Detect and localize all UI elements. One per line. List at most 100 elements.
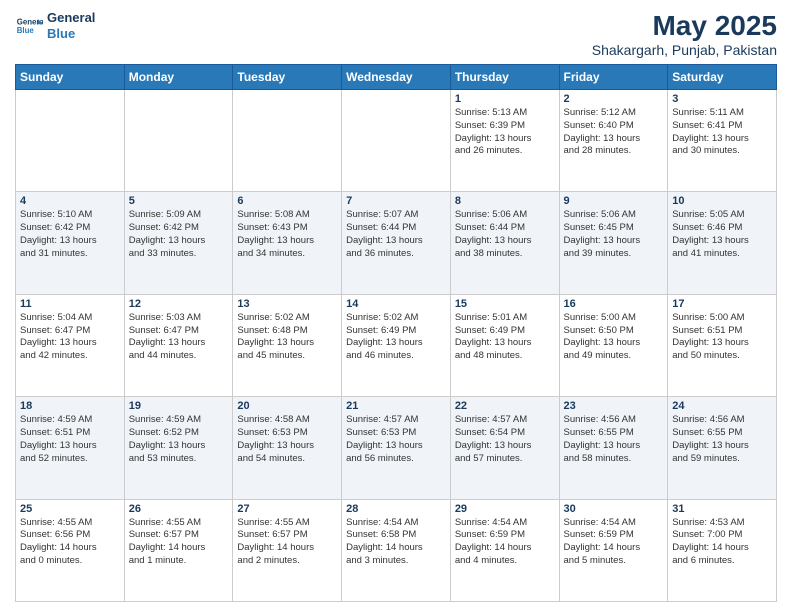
calendar-body: 1Sunrise: 5:13 AM Sunset: 6:39 PM Daylig… bbox=[16, 90, 777, 602]
weekday-header-row: SundayMondayTuesdayWednesdayThursdayFrid… bbox=[16, 65, 777, 90]
calendar-cell: 26 Sunrise: 4:55 AM Sunset: 6:57 PM Dayli… bbox=[124, 499, 233, 601]
day-info: Sunrise: 4:54 AM Sunset: 6:58 PM Dayligh… bbox=[346, 517, 446, 568]
day-info: Sunrise: 5:04 AM Sunset: 6:47 PM Dayligh… bbox=[20, 312, 120, 363]
day-number: 17 bbox=[672, 298, 772, 310]
calendar-cell: 2 Sunrise: 5:12 AM Sunset: 6:40 PM Daylig… bbox=[559, 90, 668, 192]
calendar-cell: 25 Sunrise: 4:55 AM Sunset: 6:56 PM Dayli… bbox=[16, 499, 125, 601]
day-number: 14 bbox=[346, 298, 446, 310]
calendar-cell: 24Sunrise: 4:56 AM Sunset: 6:55 PM Dayli… bbox=[668, 397, 777, 499]
day-info: Sunrise: 4:55 AM Sunset: 6:57 PM Dayligh… bbox=[237, 517, 337, 568]
day-number: 21 bbox=[346, 400, 446, 412]
day-number: 13 bbox=[237, 298, 337, 310]
day-info: Sunrise: 5:08 AM Sunset: 6:43 PM Dayligh… bbox=[237, 209, 337, 260]
day-number: 25 bbox=[20, 503, 120, 515]
calendar-cell: 20Sunrise: 4:58 AM Sunset: 6:53 PM Dayli… bbox=[233, 397, 342, 499]
calendar-cell: 6 Sunrise: 5:08 AM Sunset: 6:43 PM Daylig… bbox=[233, 192, 342, 294]
calendar-cell bbox=[342, 90, 451, 192]
day-info: Sunrise: 4:55 AM Sunset: 6:57 PM Dayligh… bbox=[129, 517, 229, 568]
day-number: 2 bbox=[564, 93, 664, 105]
day-number: 1 bbox=[455, 93, 555, 105]
calendar-cell: 14 Sunrise: 5:02 AM Sunset: 6:49 PM Dayli… bbox=[342, 294, 451, 396]
calendar-week-5: 25 Sunrise: 4:55 AM Sunset: 6:56 PM Dayli… bbox=[16, 499, 777, 601]
calendar-cell: 21 Sunrise: 4:57 AM Sunset: 6:53 PM Dayli… bbox=[342, 397, 451, 499]
day-number: 12 bbox=[129, 298, 229, 310]
calendar-cell: 11Sunrise: 5:04 AM Sunset: 6:47 PM Dayli… bbox=[16, 294, 125, 396]
day-info: Sunrise: 5:06 AM Sunset: 6:44 PM Dayligh… bbox=[455, 209, 555, 260]
day-number: 7 bbox=[346, 195, 446, 207]
calendar-cell: 15 Sunrise: 5:01 AM Sunset: 6:49 PM Dayli… bbox=[450, 294, 559, 396]
calendar-week-1: 1Sunrise: 5:13 AM Sunset: 6:39 PM Daylig… bbox=[16, 90, 777, 192]
day-number: 16 bbox=[564, 298, 664, 310]
day-info: Sunrise: 4:56 AM Sunset: 6:55 PM Dayligh… bbox=[564, 414, 664, 465]
weekday-header-sunday: Sunday bbox=[16, 65, 125, 90]
subtitle: Shakargarh, Punjab, Pakistan bbox=[592, 42, 777, 58]
day-info: Sunrise: 4:56 AM Sunset: 6:55 PM Dayligh… bbox=[672, 414, 772, 465]
day-info: Sunrise: 5:11 AM Sunset: 6:41 PM Dayligh… bbox=[672, 107, 772, 158]
calendar-cell: 3 Sunrise: 5:11 AM Sunset: 6:41 PM Daylig… bbox=[668, 90, 777, 192]
calendar-cell: 10Sunrise: 5:05 AM Sunset: 6:46 PM Dayli… bbox=[668, 192, 777, 294]
day-number: 5 bbox=[129, 195, 229, 207]
calendar-cell: 30Sunrise: 4:54 AM Sunset: 6:59 PM Dayli… bbox=[559, 499, 668, 601]
calendar-header: SundayMondayTuesdayWednesdayThursdayFrid… bbox=[16, 65, 777, 90]
calendar-cell: 4Sunrise: 5:10 AM Sunset: 6:42 PM Daylig… bbox=[16, 192, 125, 294]
day-info: Sunrise: 4:59 AM Sunset: 6:52 PM Dayligh… bbox=[129, 414, 229, 465]
day-number: 8 bbox=[455, 195, 555, 207]
calendar-cell: 18 Sunrise: 4:59 AM Sunset: 6:51 PM Dayli… bbox=[16, 397, 125, 499]
day-number: 19 bbox=[129, 400, 229, 412]
day-number: 27 bbox=[237, 503, 337, 515]
day-info: Sunrise: 5:10 AM Sunset: 6:42 PM Dayligh… bbox=[20, 209, 120, 260]
weekday-header-monday: Monday bbox=[124, 65, 233, 90]
day-info: Sunrise: 5:01 AM Sunset: 6:49 PM Dayligh… bbox=[455, 312, 555, 363]
day-info: Sunrise: 4:53 AM Sunset: 7:00 PM Dayligh… bbox=[672, 517, 772, 568]
day-info: Sunrise: 5:05 AM Sunset: 6:46 PM Dayligh… bbox=[672, 209, 772, 260]
weekday-header-saturday: Saturday bbox=[668, 65, 777, 90]
calendar-cell: 22Sunrise: 4:57 AM Sunset: 6:54 PM Dayli… bbox=[450, 397, 559, 499]
day-info: Sunrise: 4:59 AM Sunset: 6:51 PM Dayligh… bbox=[20, 414, 120, 465]
day-info: Sunrise: 5:00 AM Sunset: 6:50 PM Dayligh… bbox=[564, 312, 664, 363]
title-block: May 2025 Shakargarh, Punjab, Pakistan bbox=[592, 10, 777, 58]
day-info: Sunrise: 5:02 AM Sunset: 6:48 PM Dayligh… bbox=[237, 312, 337, 363]
svg-text:Blue: Blue bbox=[17, 26, 35, 35]
weekday-header-tuesday: Tuesday bbox=[233, 65, 342, 90]
weekday-header-thursday: Thursday bbox=[450, 65, 559, 90]
calendar-cell bbox=[124, 90, 233, 192]
calendar-cell: 7 Sunrise: 5:07 AM Sunset: 6:44 PM Daylig… bbox=[342, 192, 451, 294]
calendar-cell: 8 Sunrise: 5:06 AM Sunset: 6:44 PM Daylig… bbox=[450, 192, 559, 294]
day-number: 29 bbox=[455, 503, 555, 515]
day-info: Sunrise: 4:55 AM Sunset: 6:56 PM Dayligh… bbox=[20, 517, 120, 568]
day-info: Sunrise: 4:54 AM Sunset: 6:59 PM Dayligh… bbox=[564, 517, 664, 568]
calendar-table: SundayMondayTuesdayWednesdayThursdayFrid… bbox=[15, 64, 777, 602]
day-info: Sunrise: 5:12 AM Sunset: 6:40 PM Dayligh… bbox=[564, 107, 664, 158]
day-number: 18 bbox=[20, 400, 120, 412]
calendar-cell bbox=[16, 90, 125, 192]
calendar-cell: 13 Sunrise: 5:02 AM Sunset: 6:48 PM Dayli… bbox=[233, 294, 342, 396]
calendar-cell: 31Sunrise: 4:53 AM Sunset: 7:00 PM Dayli… bbox=[668, 499, 777, 601]
day-info: Sunrise: 5:02 AM Sunset: 6:49 PM Dayligh… bbox=[346, 312, 446, 363]
day-number: 15 bbox=[455, 298, 555, 310]
day-number: 22 bbox=[455, 400, 555, 412]
calendar-cell: 29 Sunrise: 4:54 AM Sunset: 6:59 PM Dayli… bbox=[450, 499, 559, 601]
logo-icon: General Blue bbox=[15, 12, 43, 40]
day-number: 26 bbox=[129, 503, 229, 515]
weekday-header-wednesday: Wednesday bbox=[342, 65, 451, 90]
day-info: Sunrise: 4:58 AM Sunset: 6:53 PM Dayligh… bbox=[237, 414, 337, 465]
day-info: Sunrise: 4:54 AM Sunset: 6:59 PM Dayligh… bbox=[455, 517, 555, 568]
weekday-header-friday: Friday bbox=[559, 65, 668, 90]
calendar-cell: 27 Sunrise: 4:55 AM Sunset: 6:57 PM Dayli… bbox=[233, 499, 342, 601]
calendar-cell: 19 Sunrise: 4:59 AM Sunset: 6:52 PM Dayli… bbox=[124, 397, 233, 499]
calendar-week-2: 4Sunrise: 5:10 AM Sunset: 6:42 PM Daylig… bbox=[16, 192, 777, 294]
logo-text: General Blue bbox=[47, 10, 95, 41]
day-number: 9 bbox=[564, 195, 664, 207]
calendar-cell: 23Sunrise: 4:56 AM Sunset: 6:55 PM Dayli… bbox=[559, 397, 668, 499]
calendar-cell: 16 Sunrise: 5:00 AM Sunset: 6:50 PM Dayli… bbox=[559, 294, 668, 396]
logo: General Blue General Blue bbox=[15, 10, 95, 41]
day-info: Sunrise: 5:06 AM Sunset: 6:45 PM Dayligh… bbox=[564, 209, 664, 260]
calendar-cell: 12Sunrise: 5:03 AM Sunset: 6:47 PM Dayli… bbox=[124, 294, 233, 396]
calendar-week-4: 18 Sunrise: 4:59 AM Sunset: 6:51 PM Dayli… bbox=[16, 397, 777, 499]
calendar-cell: 17Sunrise: 5:00 AM Sunset: 6:51 PM Dayli… bbox=[668, 294, 777, 396]
day-number: 6 bbox=[237, 195, 337, 207]
day-info: Sunrise: 5:07 AM Sunset: 6:44 PM Dayligh… bbox=[346, 209, 446, 260]
main-title: May 2025 bbox=[592, 10, 777, 42]
day-number: 3 bbox=[672, 93, 772, 105]
day-info: Sunrise: 4:57 AM Sunset: 6:53 PM Dayligh… bbox=[346, 414, 446, 465]
